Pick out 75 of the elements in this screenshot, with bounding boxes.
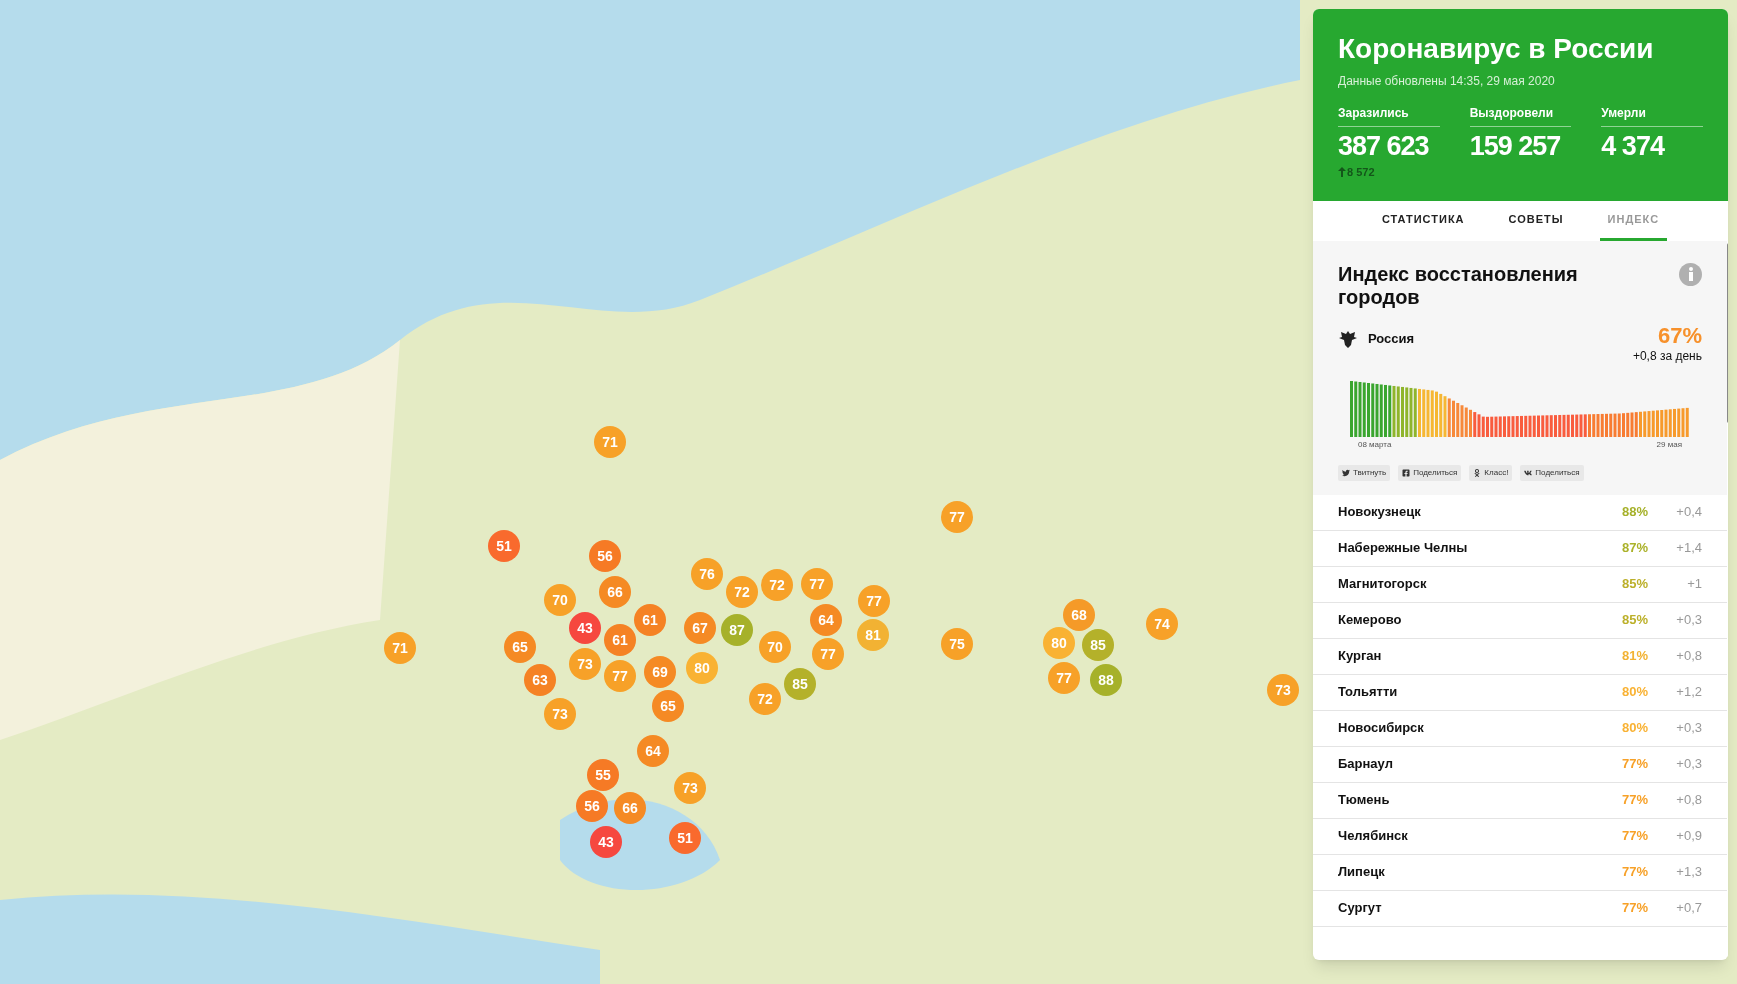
city-delta: +1,3 (1675, 863, 1702, 882)
city-delta: +0,4 (1675, 503, 1702, 522)
city-name: Новокузнецк (1338, 503, 1422, 522)
info-icon[interactable] (1679, 262, 1702, 286)
city-row[interactable]: Челябинск 77% +0,9 (1313, 818, 1727, 855)
country-name: Россия (1368, 329, 1415, 348)
tab[interactable]: СОВЕТЫ (1500, 200, 1572, 241)
city-row[interactable]: Тюмень 77% +0,8 (1313, 782, 1727, 819)
city-row[interactable]: Барнаул 77% +0,3 (1313, 746, 1727, 783)
f-logo-icon (1402, 468, 1411, 477)
stat-label: Умерли (1601, 104, 1703, 127)
chart-end-date: 29 мая (1656, 438, 1682, 451)
city-row[interactable]: Курган 81% +0,8 (1313, 638, 1727, 675)
update-time: Данные обновлены 14:35, 29 мая 2020 (1338, 73, 1556, 90)
city-delta: +0,3 (1675, 719, 1702, 738)
city-delta: +0,7 (1675, 899, 1702, 918)
city-name: Кемерово (1338, 611, 1403, 630)
share-button[interactable]: Твитнуть (1338, 464, 1391, 481)
stat-value: 159 257 (1469, 133, 1562, 160)
city-percent: 80% (1622, 719, 1650, 738)
city-name: Челябинск (1338, 827, 1409, 846)
city-name: Новосибирск (1338, 719, 1425, 738)
share-button[interactable]: Поделиться (1398, 464, 1462, 481)
city-name: Тольятти (1338, 683, 1399, 702)
city-row[interactable]: Набережные Челны 87% +1,4 (1313, 530, 1727, 567)
stat-value: 387 623 (1338, 133, 1430, 160)
city-delta: +0,8 (1675, 647, 1702, 666)
city-row[interactable]: Тольятти 80% +1,2 (1313, 674, 1727, 711)
city-delta: +1,4 (1675, 539, 1702, 558)
city-delta: +0,9 (1675, 827, 1702, 846)
stat-value: 4 374 (1601, 133, 1666, 160)
vk-logo-icon (1524, 468, 1533, 477)
city-row[interactable]: Липецк 77% +1,3 (1313, 854, 1727, 891)
city-name: Набережные Челны (1338, 539, 1469, 558)
city-percent: 77% (1622, 899, 1650, 918)
stat-delta: 8 572 (1347, 165, 1375, 180)
city-row[interactable]: Новосибирск 80% +0,3 (1313, 710, 1727, 747)
chart-start-date: 08 марта (1358, 438, 1392, 451)
city-percent: 87% (1622, 539, 1650, 558)
city-name: Барнаул (1338, 755, 1394, 774)
city-row[interactable]: Новокузнецк 88% +0,4 (1313, 494, 1727, 531)
daily-change: +0,8 за день (1632, 347, 1702, 365)
stat-label: Заразились (1338, 104, 1440, 127)
city-percent: 81% (1622, 647, 1650, 666)
city-delta: +0,3 (1675, 755, 1702, 774)
country-percent: 67% (1657, 324, 1702, 347)
city-delta: +1 (1686, 575, 1702, 594)
tab[interactable]: СТАТИСТИКА (1373, 200, 1473, 241)
city-row[interactable]: Магнитогорск 85% +1 (1313, 566, 1727, 603)
city-row[interactable]: Кемерово 85% +0,3 (1313, 602, 1727, 639)
city-name: Тюмень (1338, 791, 1391, 810)
city-percent: 77% (1622, 755, 1650, 774)
city-delta: +0,8 (1675, 791, 1702, 810)
city-delta: +1,2 (1675, 683, 1702, 702)
bird-icon (1342, 468, 1350, 477)
city-name: Курган (1338, 647, 1383, 666)
person-logo-icon (1473, 468, 1482, 477)
city-percent: 77% (1622, 827, 1650, 846)
share-button[interactable]: Класс! (1469, 464, 1513, 481)
city-percent: 88% (1622, 503, 1650, 522)
share-button[interactable]: Поделиться (1520, 464, 1584, 481)
panel-title: Коронавирус в России (1338, 32, 1655, 66)
city-percent: 85% (1622, 575, 1650, 594)
index-title: Индекс восстановления городов (1338, 262, 1579, 309)
city-percent: 77% (1622, 863, 1650, 882)
stat-label: Выздоровели (1469, 104, 1572, 127)
city-delta: +0,3 (1675, 611, 1702, 630)
city-row[interactable]: Сургут 77% +0,7 (1313, 890, 1727, 927)
city-name: Сургут (1338, 899, 1383, 918)
city-percent: 85% (1622, 611, 1650, 630)
up-arrow-icon (1338, 167, 1346, 178)
city-percent: 77% (1622, 791, 1650, 810)
city-name: Липецк (1338, 863, 1386, 882)
city-percent: 80% (1622, 683, 1650, 702)
city-name: Магнитогорск (1338, 575, 1428, 594)
